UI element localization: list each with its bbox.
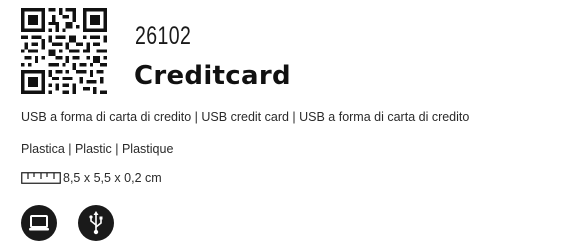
product-code: 26102 (135, 22, 192, 50)
ruler-icon (21, 172, 61, 184)
qr-code-icon (21, 8, 107, 94)
product-material: Plastica | Plastic | Plastique (21, 142, 174, 156)
product-dimensions-row: 8,5 x 5,5 x 0,2 cm (21, 171, 162, 185)
product-description: USB a forma di carta di credito | USB cr… (21, 110, 470, 124)
usb-icon (78, 205, 114, 241)
feature-icons (21, 205, 114, 241)
dimensions-text: 8,5 x 5,5 x 0,2 cm (63, 171, 162, 185)
laptop-icon (21, 205, 57, 241)
product-title: Creditcard (134, 61, 291, 91)
